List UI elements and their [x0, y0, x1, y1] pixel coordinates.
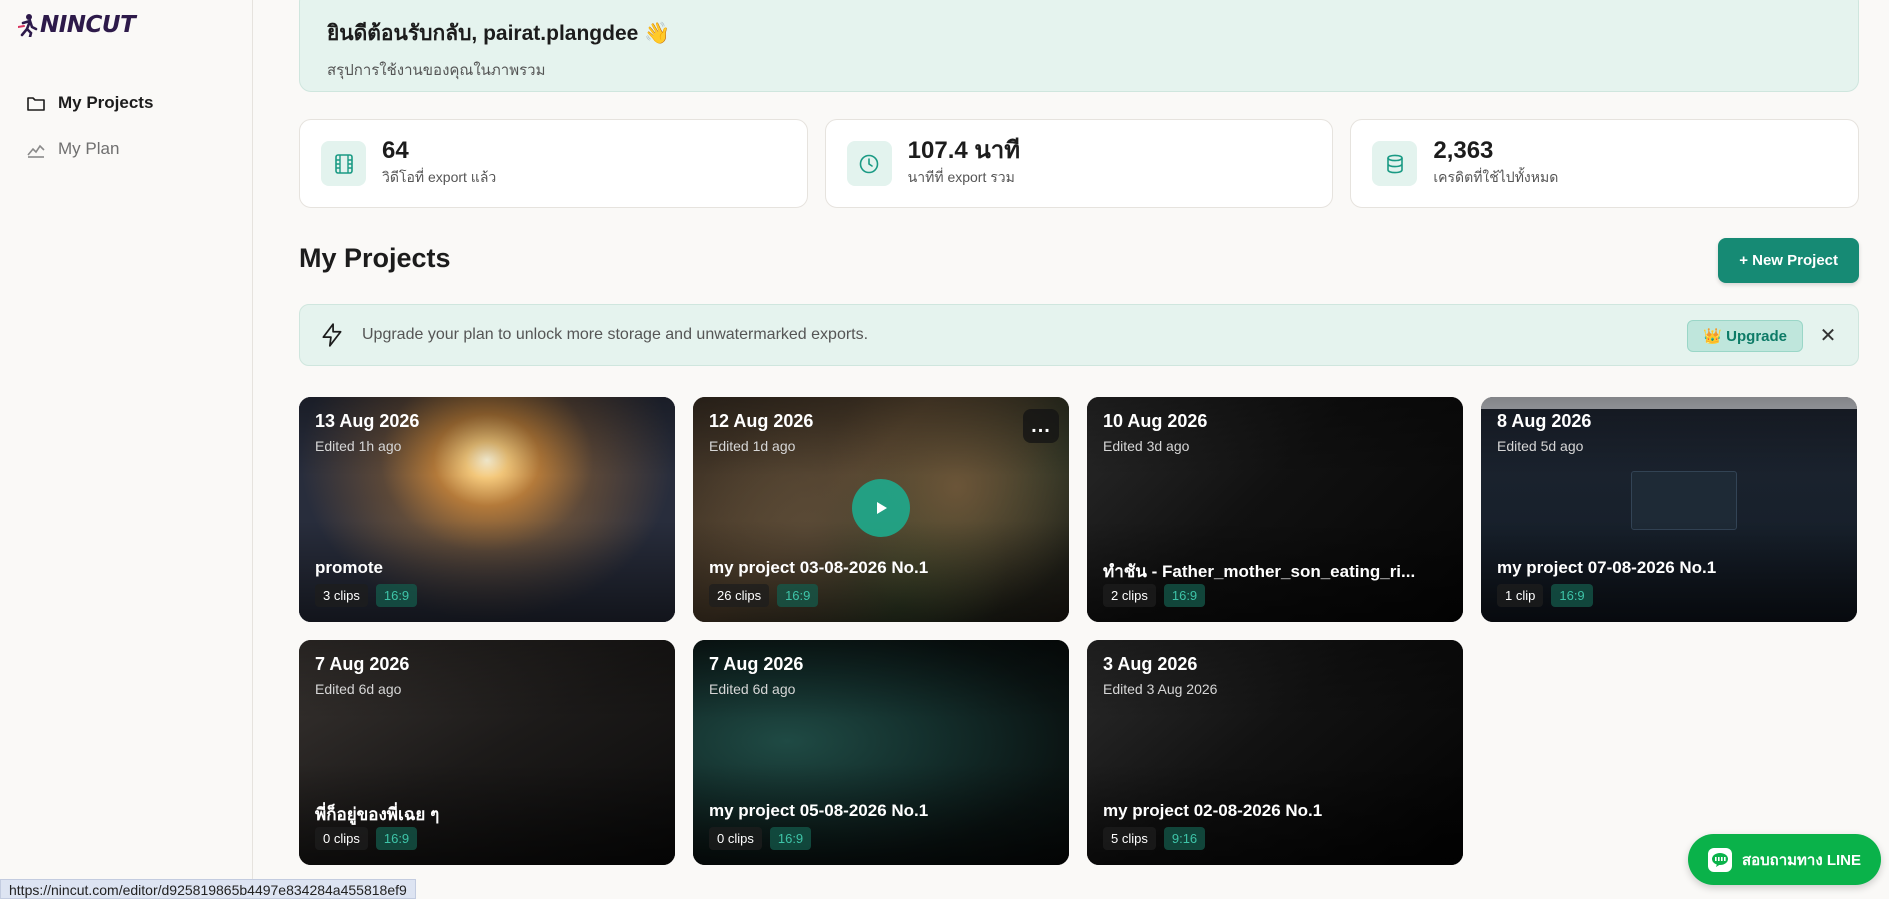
clip-count-badge: 3 clips — [315, 584, 368, 607]
project-name: พี่ก็อยู่ของพี่เฉย ๆ — [315, 805, 440, 824]
project-edited: Edited 1h ago — [315, 438, 402, 454]
aspect-ratio-badge: 16:9 — [777, 584, 819, 607]
clip-count-badge: 2 clips — [1103, 584, 1156, 607]
app-logo[interactable]: NINCUT — [18, 12, 136, 38]
project-edited: Edited 3 Aug 2026 — [1103, 681, 1218, 697]
new-project-button[interactable]: + New Project — [1718, 238, 1859, 283]
more-options-button[interactable]: ... — [1023, 409, 1059, 443]
project-badges: 5 clips 9:16 — [1103, 827, 1206, 850]
project-card[interactable]: 7 Aug 2026 Edited 6d ago พี่ก็อยู่ของพี่… — [299, 640, 675, 865]
line-button-label: สอบถามทาง LINE — [1741, 851, 1861, 869]
project-card[interactable]: 10 Aug 2026 Edited 3d ago ทำชัน - Father… — [1087, 397, 1463, 622]
project-name: my project 03-08-2026 No.1 — [709, 558, 929, 577]
banner-text: Upgrade your plan to unlock more storage… — [362, 326, 869, 343]
stat-card-credits: 2,363 เครดิตที่ใช้ไปทั้งหมด — [1350, 119, 1860, 208]
close-icon[interactable]: ✕ — [1816, 323, 1840, 347]
project-name: my project 07-08-2026 No.1 — [1497, 558, 1717, 577]
project-date: 3 Aug 2026 — [1103, 654, 1198, 674]
stat-label: วิดีโอที่ export แล้ว — [382, 169, 497, 186]
project-card[interactable]: 8 Aug 2026 Edited 5d ago my project 07-0… — [1481, 397, 1857, 622]
stat-card-minutes: 107.4 นาที นาทีที่ export รวม — [824, 119, 1334, 208]
aspect-ratio-badge: 16:9 — [375, 584, 418, 607]
stat-label: นาทีที่ export รวม — [907, 169, 1015, 186]
stat-value: 2,363 — [1433, 136, 1494, 164]
sidebar-item-label: My Plan — [58, 139, 120, 158]
project-badges: 1 clip 16:9 — [1497, 584, 1593, 607]
project-date: 8 Aug 2026 — [1497, 411, 1592, 431]
database-icon — [1372, 141, 1418, 186]
runner-logo-icon — [18, 14, 38, 37]
clip-count-badge: 5 clips — [1103, 827, 1156, 850]
line-contact-button[interactable]: สอบถามทาง LINE — [1687, 834, 1881, 885]
film-icon — [321, 141, 366, 186]
sidebar-item-label: My Projects — [58, 93, 154, 112]
project-edited: Edited 1d ago — [709, 438, 796, 454]
line-chat-icon — [1707, 847, 1732, 872]
clip-count-badge: 0 clips — [709, 827, 762, 850]
sidebar-nav: My Projects My Plan — [18, 80, 238, 172]
upgrade-banner: Upgrade your plan to unlock more storage… — [299, 304, 1859, 366]
project-badges: 0 clips 16:9 — [315, 827, 418, 850]
project-name: ทำชัน - Father_mother_son_eating_ri... — [1103, 562, 1416, 581]
project-edited: Edited 5d ago — [1497, 438, 1584, 454]
project-name: my project 02-08-2026 No.1 — [1103, 801, 1323, 820]
clock-icon — [846, 141, 892, 186]
project-date: 12 Aug 2026 — [709, 411, 814, 431]
logo-text: NINCUT — [40, 12, 136, 38]
welcome-panel: ยินดีต้อนรับกลับ, pairat.plangdee 👋 สรุป… — [299, 0, 1859, 92]
aspect-ratio-badge: 16:9 — [1551, 584, 1593, 607]
clip-count-badge: 1 clip — [1497, 584, 1544, 607]
lightning-icon — [322, 323, 342, 347]
project-name: promote — [315, 558, 383, 577]
project-card[interactable]: 3 Aug 2026 Edited 3 Aug 2026 my project … — [1087, 640, 1463, 865]
project-date: 7 Aug 2026 — [709, 654, 804, 674]
project-date: 13 Aug 2026 — [315, 411, 420, 431]
sidebar-item-my-projects[interactable]: My Projects — [18, 80, 238, 126]
project-badges: 0 clips 16:9 — [709, 827, 812, 850]
project-date: 7 Aug 2026 — [315, 654, 410, 674]
play-icon — [877, 502, 887, 514]
aspect-ratio-badge: 16:9 — [769, 827, 812, 850]
stats-row: 64 วิดีโอที่ export แล้ว 107.4 นาที นาที… — [299, 119, 1860, 208]
welcome-title: ยินดีต้อนรับกลับ, pairat.plangdee 👋 — [327, 22, 671, 45]
project-edited: Edited 6d ago — [709, 681, 796, 697]
project-card[interactable]: 13 Aug 2026 Edited 1h ago promote 3 clip… — [299, 397, 675, 622]
stat-value: 64 — [382, 136, 409, 164]
play-button[interactable] — [852, 479, 910, 537]
project-grid: 13 Aug 2026 Edited 1h ago promote 3 clip… — [299, 397, 1859, 865]
stat-label: เครดิตที่ใช้ไปทั้งหมด — [1433, 169, 1559, 186]
sidebar-item-my-plan[interactable]: My Plan — [18, 126, 238, 172]
welcome-subtitle: สรุปการใช้งานของคุณในภาพรวม — [327, 62, 546, 79]
page-title: My Projects — [299, 243, 451, 273]
aspect-ratio-badge: 16:9 — [375, 827, 418, 850]
clip-count-badge: 26 clips — [709, 584, 770, 607]
project-edited: Edited 6d ago — [315, 681, 402, 697]
aspect-ratio-badge: 16:9 — [1163, 584, 1206, 607]
project-badges: 26 clips 16:9 — [709, 584, 819, 607]
sidebar: NINCUT My Projects My Plan — [0, 0, 253, 899]
folder-icon — [27, 97, 45, 111]
stat-card-videos: 64 วิดีโอที่ export แล้ว — [299, 119, 808, 208]
project-badges: 2 clips 16:9 — [1103, 584, 1206, 607]
project-date: 10 Aug 2026 — [1103, 411, 1208, 431]
project-name: my project 05-08-2026 No.1 — [709, 801, 929, 820]
project-card[interactable]: 7 Aug 2026 Edited 6d ago my project 05-0… — [693, 640, 1069, 865]
stat-value: 107.4 นาที — [907, 136, 1021, 164]
aspect-ratio-badge: 9:16 — [1163, 827, 1206, 850]
project-edited: Edited 3d ago — [1103, 438, 1190, 454]
chart-icon — [27, 144, 45, 158]
project-badges: 3 clips 16:9 — [315, 584, 418, 607]
clip-count-badge: 0 clips — [315, 827, 368, 850]
status-bar-url: https://nincut.com/editor/d925819865b449… — [0, 879, 416, 899]
upgrade-button[interactable]: 👑 Upgrade — [1687, 320, 1803, 352]
project-card[interactable]: 12 Aug 2026 Edited 1d ago ... my project… — [693, 397, 1069, 622]
